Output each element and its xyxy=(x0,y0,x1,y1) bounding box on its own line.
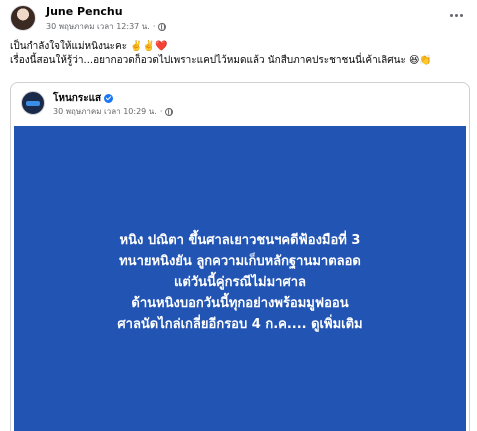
globe-icon xyxy=(165,107,174,116)
author-avatar[interactable] xyxy=(10,5,36,31)
post-header: June Penchu 30 พฤษภาคม เวลา 12:37 น. · xyxy=(10,4,470,32)
more-dot xyxy=(449,13,453,17)
post-meta: 30 พฤษภาคม เวลา 12:37 น. · xyxy=(46,20,167,33)
globe-icon xyxy=(158,22,167,31)
page-name-row: โหนกระแส xyxy=(53,91,114,106)
page-avatar[interactable] xyxy=(21,91,45,115)
shared-post-meta: 30 พฤษภาคม เวลา 10:29 น. · xyxy=(53,105,174,118)
news-image[interactable]: หนิง ปณิตา ขึ้นศาลเยาวชนฯคดีฟ้องมือที่ 3… xyxy=(14,126,466,431)
shared-post-timestamp[interactable]: 30 พฤษภาคม เวลา 10:29 น. xyxy=(53,105,157,118)
shared-post-header: โหนกระแส 30 พฤษภาคม เวลา 10:29 น. · xyxy=(21,89,461,119)
headline-line: ด้านหนิงบอกวันนี้ทุกอย่างพร้อมมูฟออน xyxy=(131,295,349,311)
verified-badge-icon xyxy=(104,94,114,103)
headline-line: หนิง ปณิตา ขึ้นศาลเยาวชนฯคดีฟ้องมือที่ 3 xyxy=(119,232,361,248)
post-text-line: เรื่องนี้สอนให้รู้ว่า...อยากอวดก็อวดไปเพ… xyxy=(10,55,432,66)
news-headline: หนิง ปณิตา ขึ้นศาลเยาวชนฯคดีฟ้องมือที่ 3… xyxy=(30,230,450,335)
post-text-line: เป็นกำลังใจให้แม่หนิงนะคะ ✌️✌️❤️ xyxy=(10,41,168,52)
page-name[interactable]: โหนกระแส xyxy=(53,91,101,106)
post-text: เป็นกำลังใจให้แม่หนิงนะคะ ✌️✌️❤️ เรื่องน… xyxy=(10,40,470,68)
author-name[interactable]: June Penchu xyxy=(46,5,123,18)
meta-separator: · xyxy=(159,107,163,116)
headline-line: ศาลนัดไกล่เกลี่ยอีกรอบ 4 ก.ค.... ดูเพิ่ม… xyxy=(117,316,363,332)
headline-line: แต่วันนี้คู่กรณีไม่มาศาล xyxy=(174,274,306,290)
facebook-post: June Penchu 30 พฤษภาคม เวลา 12:37 น. · เ… xyxy=(0,0,477,431)
more-dot xyxy=(454,13,458,17)
headline-line: ทนายหนิงยัน ลูกความเก็บหลักฐานมาตลอด xyxy=(119,253,361,269)
meta-separator: · xyxy=(152,22,156,31)
post-timestamp[interactable]: 30 พฤษภาคม เวลา 12:37 น. xyxy=(46,20,150,33)
more-dot xyxy=(459,13,463,17)
more-icon[interactable] xyxy=(446,8,466,22)
shared-post-card[interactable]: โหนกระแส 30 พฤษภาคม เวลา 10:29 น. · หนิง… xyxy=(10,82,470,431)
